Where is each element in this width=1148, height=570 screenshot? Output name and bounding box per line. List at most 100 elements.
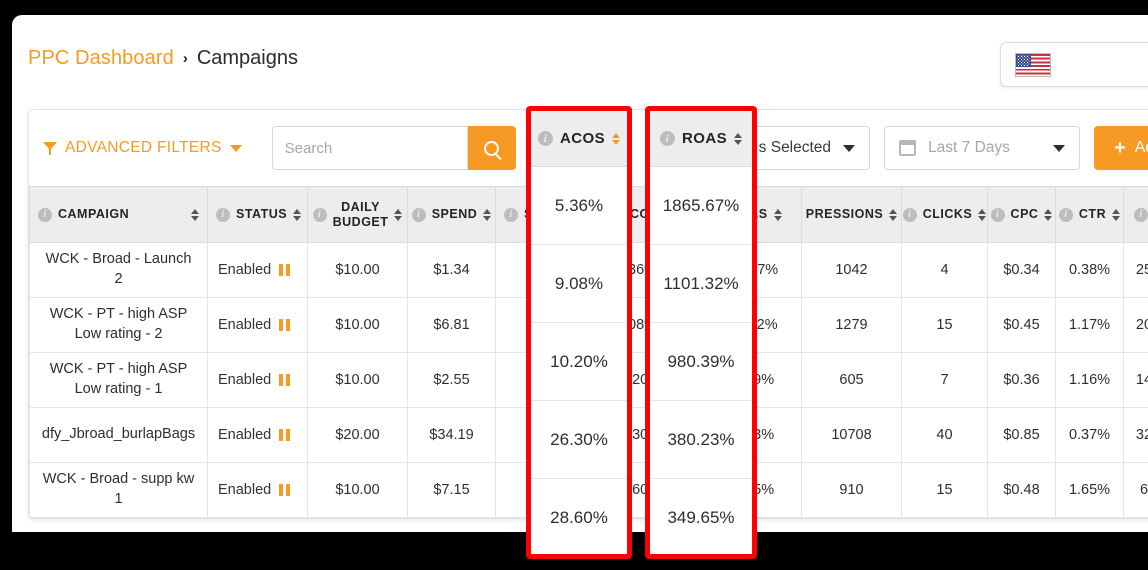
sort-icon[interactable] <box>293 208 302 221</box>
ctr-cell: 1.16% <box>1055 352 1124 408</box>
status-label: Enabled <box>218 317 272 333</box>
info-icon[interactable]: i <box>990 207 1005 222</box>
spend-cell: $7.15 <box>407 462 496 518</box>
search-input[interactable] <box>271 126 468 170</box>
info-icon[interactable]: i <box>902 207 917 222</box>
date-range-select[interactable]: Last 7 Days <box>884 126 1081 170</box>
breadcrumb-root-link[interactable]: PPC Dashboard <box>28 47 174 70</box>
sort-icon[interactable] <box>1112 208 1121 221</box>
column-label: CAMPAIGN <box>58 207 130 222</box>
cr-cell: 6.67% <box>1123 462 1148 518</box>
roas-column-header[interactable]: i ROAS <box>650 111 752 167</box>
sort-icon[interactable] <box>773 208 782 221</box>
status-label: Enabled <box>218 372 272 388</box>
cr-cell: 32.50% <box>1123 407 1148 463</box>
campaign-link[interactable]: WCK - PT - high ASP Low rating - 1 <box>29 352 208 408</box>
sort-icon[interactable] <box>611 132 620 145</box>
roas-value-cell: 1865.67% <box>650 167 752 245</box>
status-label: Enabled <box>218 482 272 498</box>
campaign-link[interactable]: WCK - Broad - supp kw 1 <box>29 462 208 518</box>
campaign-link[interactable]: WCK - PT - high ASP Low rating - 2 <box>29 297 208 353</box>
pause-icon[interactable] <box>279 319 290 331</box>
info-icon[interactable]: i <box>538 131 554 146</box>
cpc-cell: $0.48 <box>987 462 1056 518</box>
clicks-cell: 15 <box>901 462 988 518</box>
column-header-campaign[interactable]: i CAMPAIGN <box>29 186 208 243</box>
column-label: CTR <box>1078 207 1107 222</box>
pause-icon[interactable] <box>279 374 290 386</box>
acos-value-cell: 10.20% <box>531 323 627 401</box>
info-icon[interactable]: i <box>312 207 327 222</box>
column-label: CPC <box>1010 207 1039 222</box>
clicks-cell: 4 <box>901 242 988 298</box>
column-header-ctr[interactable]: i CTR <box>1055 186 1124 243</box>
info-icon[interactable]: i <box>660 131 676 146</box>
daily-budget-cell[interactable]: $10.00 <box>307 462 408 518</box>
impressions-cell: 1042 <box>801 242 902 298</box>
column-header-cr[interactable]: i CR <box>1123 186 1148 243</box>
status-filter-select[interactable]: s Selected <box>743 126 871 170</box>
search-group <box>271 126 516 170</box>
cpc-cell: $0.34 <box>987 242 1056 298</box>
impressions-cell: 605 <box>801 352 902 408</box>
status-cell: Enabled <box>207 462 308 518</box>
spend-cell: $2.55 <box>407 352 496 408</box>
sort-icon[interactable] <box>483 208 492 221</box>
add-new-button[interactable]: + Add New <box>1094 126 1148 170</box>
pause-icon[interactable] <box>279 484 290 496</box>
us-flag-icon <box>1015 52 1051 77</box>
clicks-cell: 40 <box>901 407 988 463</box>
sort-icon[interactable] <box>889 208 898 221</box>
sort-icon[interactable] <box>394 208 403 221</box>
sort-icon[interactable] <box>1044 208 1053 221</box>
ctr-cell: 0.37% <box>1055 407 1124 463</box>
column-header-impressions[interactable]: PRESSIONS <box>801 186 902 243</box>
advanced-filters-button[interactable]: ADVANCED FILTERS <box>43 139 242 157</box>
sort-icon[interactable] <box>191 208 199 221</box>
acos-column-highlight: i ACOS 5.36% 9.08% 10.20% 26.30% 28.60% <box>526 106 632 559</box>
column-label: SPEND <box>431 207 478 222</box>
info-icon[interactable]: i <box>1058 207 1073 222</box>
breadcrumb: PPC Dashboard › Campaigns <box>28 47 298 70</box>
status-label: Enabled <box>218 262 272 278</box>
date-range-label: Last 7 Days <box>928 139 1010 156</box>
daily-budget-cell[interactable]: $10.00 <box>307 352 408 408</box>
column-header-clicks[interactable]: i CLICKS <box>901 186 988 243</box>
spend-cell: $1.34 <box>407 242 496 298</box>
column-header-status[interactable]: i STATUS <box>207 186 308 243</box>
ctr-cell: 1.65% <box>1055 462 1124 518</box>
campaign-link[interactable]: WCK - Broad - Launch 2 <box>29 242 208 298</box>
column-label: PRESSIONS <box>805 207 884 222</box>
impressions-cell: 1279 <box>801 297 902 353</box>
column-header-daily-budget[interactable]: i DAILY BUDGET <box>307 186 408 243</box>
acos-value-cell: 28.60% <box>531 479 627 554</box>
advanced-filters-label: ADVANCED FILTERS <box>65 139 222 156</box>
search-button[interactable] <box>467 126 516 170</box>
column-header-spend[interactable]: i SPEND <box>407 186 496 243</box>
cr-cell: 25.00% <box>1123 242 1148 298</box>
locale-selector[interactable] <box>1000 42 1148 87</box>
status-filter-label: s Selected <box>758 139 832 156</box>
page-title: Campaigns <box>196 47 298 69</box>
pause-icon[interactable] <box>279 264 290 276</box>
info-icon[interactable]: i <box>216 207 230 222</box>
column-header-cpc[interactable]: i CPC <box>987 186 1056 243</box>
acos-column-header[interactable]: i ACOS <box>531 111 627 167</box>
sort-icon[interactable] <box>978 208 987 221</box>
daily-budget-cell[interactable]: $10.00 <box>307 297 408 353</box>
roas-column-highlight: i ROAS 1865.67% 1101.32% 980.39% 380.23%… <box>645 106 757 559</box>
info-icon[interactable]: i <box>1133 207 1148 222</box>
column-label: DAILY BUDGET <box>332 199 389 229</box>
pause-icon[interactable] <box>279 429 290 441</box>
daily-budget-cell[interactable]: $10.00 <box>307 242 408 298</box>
spend-cell: $6.81 <box>407 297 496 353</box>
chevron-down-icon <box>1053 144 1066 152</box>
info-icon[interactable]: i <box>38 207 52 222</box>
chevron-down-icon <box>229 144 242 152</box>
info-icon[interactable]: i <box>411 207 426 222</box>
column-label: STATUS <box>236 207 288 222</box>
daily-budget-cell[interactable]: $20.00 <box>307 407 408 463</box>
sort-icon[interactable] <box>733 132 742 145</box>
campaign-link[interactable]: dfy_Jbroad_burlapBags <box>29 407 208 463</box>
info-icon[interactable]: i <box>504 207 518 222</box>
